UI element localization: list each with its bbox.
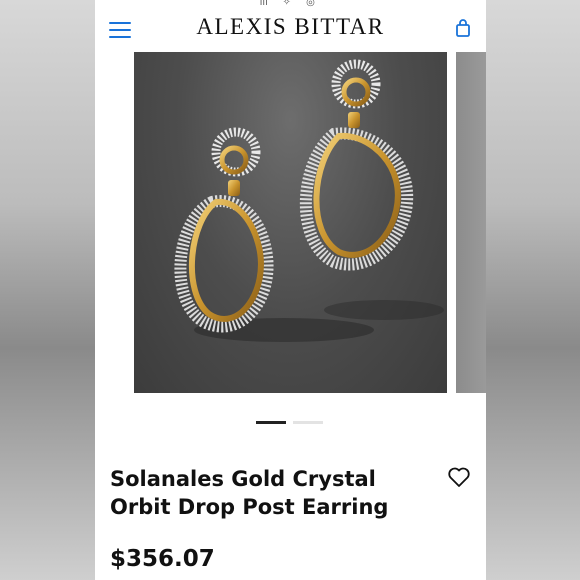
brand-decor: ᗰ ✧ ◎: [260, 0, 321, 8]
shopping-bag-icon[interactable]: [456, 19, 470, 37]
background-blur-left: [0, 0, 95, 580]
product-image-carousel[interactable]: [134, 52, 447, 393]
product-price: $356.07: [110, 546, 215, 572]
carousel-indicators: [95, 421, 486, 425]
product-page: ᗰ ✧ ◎ ALEXIS BITTAR Solanales Gold Cryst…: [95, 0, 486, 580]
brand-logo[interactable]: ALEXIS BITTAR: [95, 14, 486, 40]
product-title: Solanales Gold Crystal Orbit Drop Post E…: [110, 467, 389, 519]
carousel-dot-1[interactable]: [256, 421, 286, 424]
next-slide-preview[interactable]: [456, 52, 486, 393]
background-blur-right: [486, 0, 580, 580]
heart-icon[interactable]: [447, 466, 471, 488]
carousel-dot-2[interactable]: [293, 421, 323, 424]
site-header: ALEXIS BITTAR: [95, 10, 486, 50]
earrings-product-image: [174, 59, 444, 342]
